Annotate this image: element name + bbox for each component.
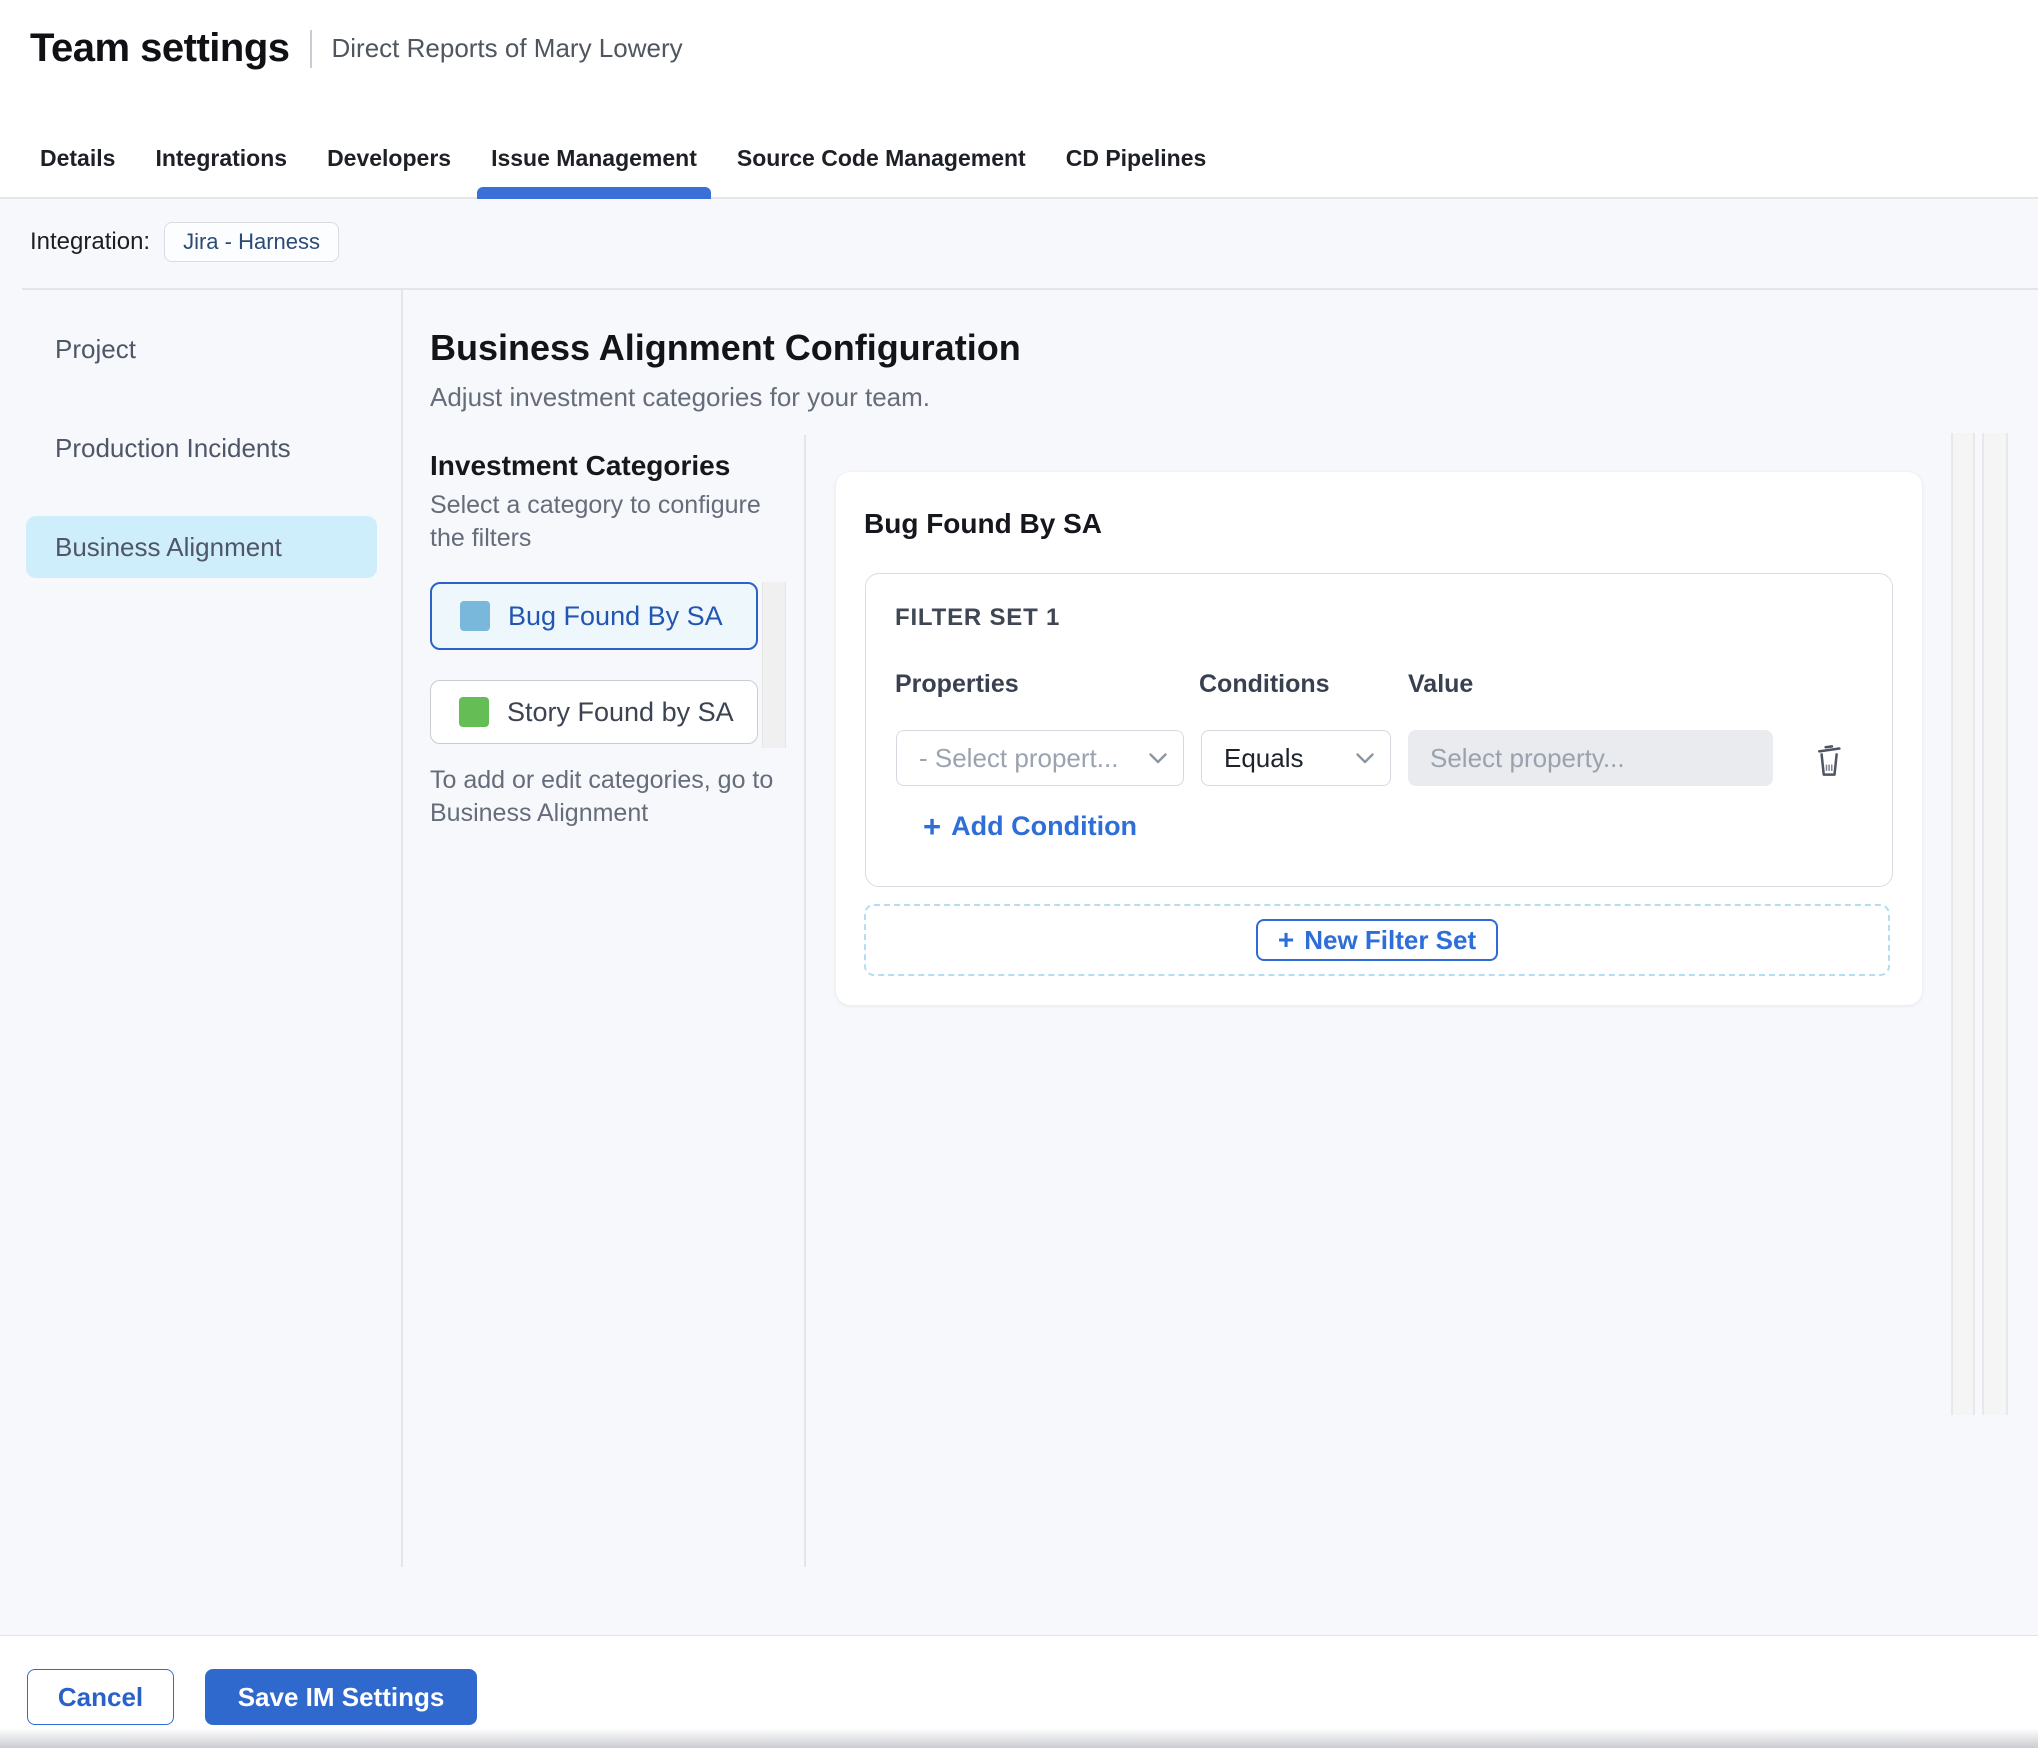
value-input[interactable]	[1408, 730, 1773, 786]
category-story-found-by-sa[interactable]: Story Found by SA	[430, 680, 758, 744]
new-filter-set-label: New Filter Set	[1304, 924, 1477, 955]
tab-integrations[interactable]: Integrations	[141, 118, 301, 199]
new-filter-set-dropzone: + New Filter Set	[864, 904, 1890, 976]
footer-bar: Cancel Save IM Settings	[0, 1635, 2038, 1748]
section-subtitle: Adjust investment categories for your te…	[430, 382, 931, 412]
filter-config-card: Bug Found By SA FILTER SET 1 Properties …	[836, 472, 1922, 1005]
add-condition-button[interactable]: + Add Condition	[923, 811, 1137, 842]
chevron-down-icon	[1356, 752, 1374, 763]
plus-icon: +	[1277, 924, 1295, 955]
filter-set-box: FILTER SET 1 Properties Conditions Value…	[865, 573, 1893, 887]
category-label: Bug Found By SA	[508, 600, 723, 631]
tab-developers[interactable]: Developers	[313, 118, 465, 199]
page-subtitle: Direct Reports of Mary Lowery	[331, 33, 683, 63]
tab-cd-pipelines[interactable]: CD Pipelines	[1052, 118, 1221, 199]
tab-issue-management[interactable]: Issue Management	[477, 118, 711, 199]
category-bug-found-by-sa[interactable]: Bug Found By SA	[430, 582, 758, 650]
panel-scrollbar-track[interactable]	[1951, 433, 1975, 1415]
property-select[interactable]: - Select propert...	[896, 730, 1184, 786]
categories-divider	[804, 435, 806, 1567]
delete-condition-button[interactable]	[1808, 736, 1850, 782]
category-list-scrollbar[interactable]	[762, 582, 786, 748]
sidebar-item-production-incidents[interactable]: Production Incidents	[26, 417, 377, 479]
new-filter-set-button[interactable]: + New Filter Set	[1256, 919, 1498, 961]
column-label-properties: Properties	[895, 670, 1019, 698]
header: Team settings Direct Reports of Mary Low…	[30, 26, 683, 71]
filter-card-title: Bug Found By SA	[864, 508, 1102, 539]
categories-note: To add or edit categories, go to Busines…	[430, 766, 774, 827]
column-label-conditions: Conditions	[1199, 670, 1330, 698]
add-condition-label: Add Condition	[951, 811, 1138, 841]
condition-select[interactable]: Equals	[1201, 730, 1391, 786]
tab-bar: Details Integrations Developers Issue Ma…	[26, 118, 1220, 199]
category-color-swatch-blue	[460, 601, 490, 631]
category-color-swatch-green	[459, 697, 489, 727]
investment-categories-title: Investment Categories	[430, 450, 731, 481]
integration-label: Integration:	[30, 228, 151, 255]
trash-icon	[1818, 745, 1841, 776]
filter-set-title: FILTER SET 1	[895, 604, 1061, 631]
integration-row: Integration: Jira - Harness	[30, 222, 340, 262]
title-divider	[309, 29, 312, 68]
page-title: Team settings	[30, 26, 290, 70]
category-label: Story Found by SA	[507, 696, 734, 727]
investment-categories-description: Select a category to configure the filte…	[430, 491, 761, 552]
tab-source-code-management[interactable]: Source Code Management	[723, 118, 1040, 199]
sidebar-item-business-alignment[interactable]: Business Alignment	[26, 516, 377, 578]
condition-select-value: Equals	[1224, 742, 1304, 773]
sidebar-item-project[interactable]: Project	[26, 318, 377, 380]
chevron-down-icon	[1149, 752, 1167, 763]
section-title: Business Alignment Configuration	[430, 327, 1021, 368]
property-select-placeholder: - Select propert...	[919, 742, 1119, 773]
footer-bottom-shade	[0, 1728, 2038, 1748]
page-scrollbar-track[interactable]	[1982, 433, 2008, 1415]
cancel-button[interactable]: Cancel	[27, 1669, 174, 1725]
integration-divider	[22, 288, 2038, 290]
integration-chip[interactable]: Jira - Harness	[164, 222, 340, 262]
save-im-settings-button[interactable]: Save IM Settings	[205, 1669, 477, 1725]
plus-icon: +	[923, 809, 942, 844]
settings-sidebar: Project Production Incidents Business Al…	[0, 318, 402, 615]
team-settings-page: Team settings Direct Reports of Mary Low…	[0, 0, 2038, 1748]
column-label-value: Value	[1408, 670, 1474, 698]
tab-details[interactable]: Details	[26, 118, 129, 199]
